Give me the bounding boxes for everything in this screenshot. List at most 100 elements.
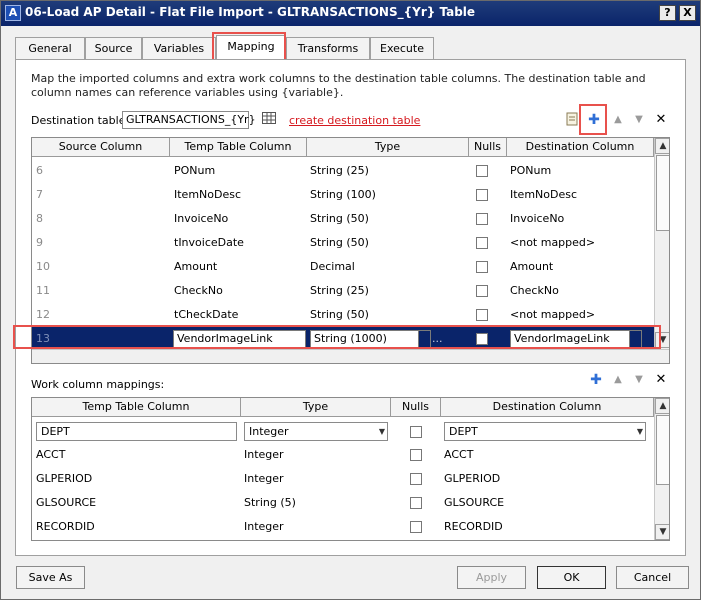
work-move-up-icon[interactable]: ▲ [610,372,626,388]
work-nulls-checkbox[interactable] [410,497,422,509]
col-type[interactable]: Type [307,138,469,157]
nulls-checkbox[interactable] [476,213,488,225]
scroll-up-icon[interactable]: ▲ [655,398,669,414]
table-row[interactable]: 8 InvoiceNo String (50) InvoiceNo [32,207,654,231]
destination-column-select[interactable]: VendorImageLink [510,330,642,348]
work-grid: Temp Table Column Type Nulls Destination… [31,397,670,541]
table-row[interactable]: GLSOURCE String (5) GLSOURCE [32,491,654,515]
work-edit-row[interactable]: DEPT Integer ▼ DEPT ▼ [32,419,654,443]
table-row[interactable]: GLPERIOD Integer GLPERIOD [32,467,654,491]
work-column-type: Integer [244,520,284,533]
scroll-up-icon[interactable]: ▲ [655,138,669,154]
nulls-checkbox[interactable] [476,189,488,201]
work-destination-value: DEPT [449,425,478,438]
col-destination-column[interactable]: Destination Column [507,138,654,157]
cancel-button[interactable]: Cancel [616,566,689,589]
move-down-icon[interactable]: ▼ [631,112,647,128]
scroll-thumb[interactable] [656,155,669,231]
column-type: String (25) [310,284,369,297]
table-row[interactable]: 6 PONum String (25) PONum [32,159,654,183]
tab-variables[interactable]: Variables [142,37,216,60]
destination-column: Amount [510,260,554,273]
nulls-checkbox[interactable] [476,237,488,249]
destination-table-input[interactable]: GLTRANSACTIONS_{Yr} [122,111,256,129]
column-type: String (100) [310,188,376,201]
table-row[interactable]: 9 tInvoiceDate String (50) <not mapped> [32,231,654,255]
destination-column: CheckNo [510,284,559,297]
scroll-down-icon[interactable]: ▼ [655,524,669,540]
create-destination-table-link[interactable]: create destination table [289,114,420,127]
temp-column: Amount [174,260,218,273]
scroll-down-icon[interactable]: ▼ [655,332,669,348]
work-move-down-icon[interactable]: ▼ [631,372,647,388]
table-row[interactable]: 10 Amount Decimal Amount [32,255,654,279]
table-row[interactable]: 7 ItemNoDesc String (100) ItemNoDesc [32,183,654,207]
work-nulls-checkbox[interactable] [410,426,422,438]
nulls-checkbox[interactable] [476,285,488,297]
table-row[interactable]: RECORDID Integer RECORDID [32,515,654,539]
move-up-icon[interactable]: ▲ [610,112,626,128]
table-row[interactable]: 12 tCheckDate String (50) <not mapped> [32,303,654,327]
close-window-button[interactable]: X [679,5,696,21]
work-vertical-scrollbar[interactable]: ▲ ▼ [654,398,669,540]
temp-column: PONum [174,164,216,177]
nulls-checkbox[interactable] [476,165,488,177]
work-grid-header: Temp Table Column Type Nulls Destination… [32,398,654,417]
tab-execute[interactable]: Execute [370,37,434,60]
col-work-type[interactable]: Type [241,398,391,417]
destination-column: <not mapped> [510,236,596,249]
row-number: 13 [36,332,50,345]
temp-column: tInvoiceDate [174,236,244,249]
row-number: 8 [36,212,43,225]
help-button[interactable]: ? [659,5,676,21]
tab-general[interactable]: General [15,37,85,60]
row-number: 12 [36,308,50,321]
temp-column: ItemNoDesc [174,188,242,201]
add-column-icon[interactable]: ✚ [586,112,602,128]
work-nulls-checkbox[interactable] [410,449,422,461]
tab-transforms[interactable]: Transforms [286,37,370,60]
col-nulls[interactable]: Nulls [469,138,507,157]
save-as-button[interactable]: Save As [16,566,85,589]
col-temp-table-column[interactable]: Temp Table Column [170,138,307,157]
work-temp-column-input[interactable]: DEPT [36,422,237,441]
ok-button[interactable]: OK [537,566,606,589]
type-select[interactable]: String (1000) [310,330,430,348]
import-columns-icon[interactable] [564,112,580,128]
col-work-nulls[interactable]: Nulls [391,398,441,417]
destination-table-label: Destination table [31,114,126,127]
chevron-down-icon: ▼ [378,427,385,436]
table-row[interactable]: 11 CheckNo String (25) CheckNo [32,279,654,303]
temp-column-input[interactable]: VendorImageLink [173,330,306,348]
add-work-column-icon[interactable]: ✚ [588,372,604,388]
work-type-select[interactable]: Integer ▼ [244,422,388,441]
work-type-value: Integer [249,425,289,438]
mapping-vertical-scrollbar[interactable]: ▲ ▼ [654,138,669,349]
column-type: String (50) [310,308,369,321]
work-destination-select[interactable]: DEPT ▼ [444,422,646,441]
title-bar: A 06-Load AP Detail - Flat File Import -… [1,1,700,26]
nulls-checkbox[interactable] [476,261,488,273]
work-column-type: Integer [244,448,284,461]
table-icon[interactable] [261,112,277,128]
mapping-horizontal-scrollbar[interactable] [32,349,669,363]
type-dropdown-button[interactable] [418,330,431,348]
nulls-checkbox[interactable] [476,333,488,345]
work-nulls-checkbox[interactable] [410,521,422,533]
type-ellipsis[interactable]: ... [432,327,443,351]
delete-work-column-icon[interactable]: ✕ [653,372,669,388]
work-destination-column: ACCT [444,448,474,461]
table-row[interactable]: ACCT Integer ACCT [32,443,654,467]
destination-dropdown-button[interactable] [629,330,642,348]
nulls-checkbox[interactable] [476,309,488,321]
apply-button[interactable]: Apply [457,566,526,589]
selected-table-row[interactable]: 13 VendorImageLink String (1000) ... Ven… [32,327,654,351]
work-nulls-checkbox[interactable] [410,473,422,485]
col-work-temp-table-column[interactable]: Temp Table Column [32,398,241,417]
scroll-thumb[interactable] [656,415,669,485]
delete-column-icon[interactable]: ✕ [653,112,669,128]
col-source-column[interactable]: Source Column [32,138,170,157]
col-work-destination-column[interactable]: Destination Column [441,398,654,417]
tab-source[interactable]: Source [85,37,142,60]
tab-mapping[interactable]: Mapping [216,35,286,61]
